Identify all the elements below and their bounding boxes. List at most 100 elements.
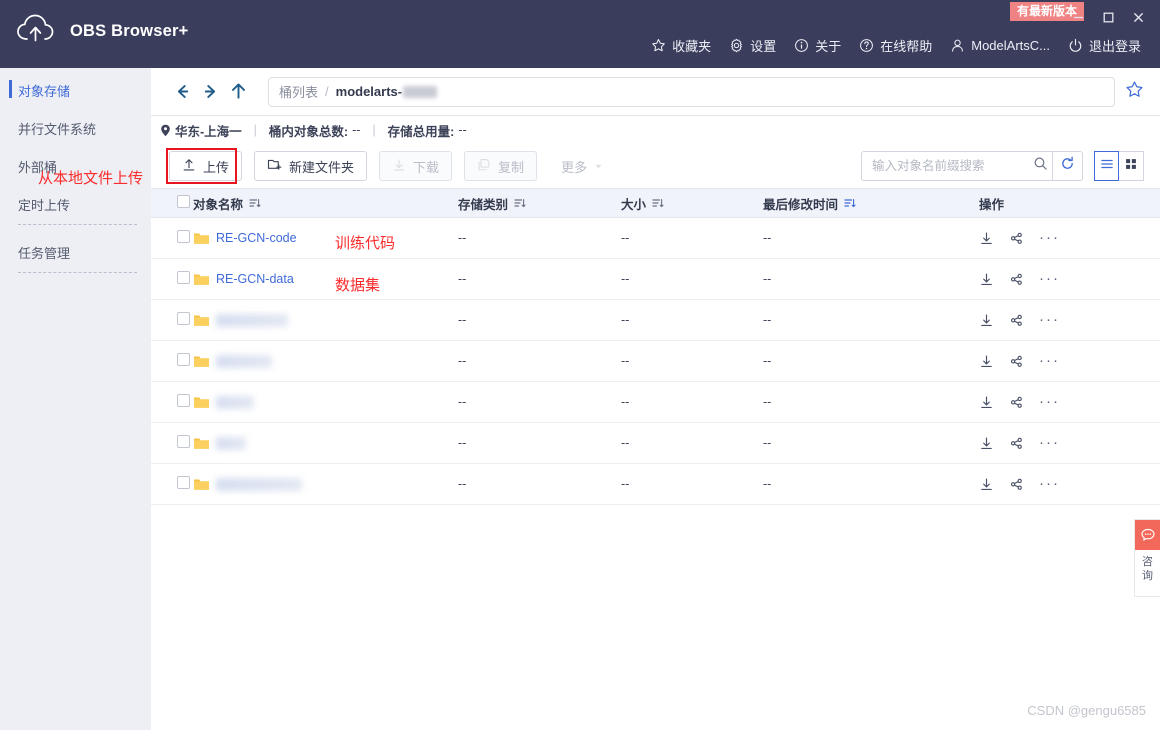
upload-button[interactable]: 上传 [169, 151, 242, 181]
window-controls [1064, 6, 1152, 28]
object-name-redacted [216, 478, 302, 491]
nav-back-button[interactable] [169, 79, 195, 105]
row-more-icon[interactable]: ··· [1039, 275, 1060, 283]
search-input[interactable] [872, 159, 1033, 173]
row-download-icon[interactable] [979, 231, 994, 246]
sort-icon[interactable] [652, 197, 664, 209]
menu-about[interactable]: 关于 [785, 33, 850, 58]
storage-class-cell: -- [458, 436, 621, 450]
row-download-icon[interactable] [979, 272, 994, 287]
folder-icon [193, 477, 210, 492]
sort-icon[interactable] [249, 197, 261, 209]
checkbox-box [177, 271, 190, 284]
favorite-bucket-button[interactable] [1125, 80, 1144, 104]
row-share-icon[interactable] [1009, 231, 1024, 246]
table-row[interactable]: ------··· [151, 464, 1160, 505]
row-download-icon[interactable] [979, 436, 994, 451]
download-button[interactable]: 下载 [379, 151, 452, 181]
column-header-name[interactable]: 对象名称 [193, 194, 458, 213]
sidebar-item-parallel-fs[interactable]: 并行文件系统 [0, 117, 151, 139]
table-row[interactable]: ------··· [151, 341, 1160, 382]
table-row[interactable]: ------··· [151, 423, 1160, 464]
table-row[interactable]: ------··· [151, 300, 1160, 341]
row-more-icon[interactable]: ··· [1039, 316, 1060, 324]
nav-up-button[interactable] [225, 79, 251, 105]
size-value: -- [621, 395, 629, 409]
sidebar-item-object-storage[interactable]: 对象存储 [0, 79, 151, 101]
maximize-button[interactable] [1094, 6, 1122, 28]
list-view-icon [1100, 157, 1114, 176]
copy-button[interactable]: 复制 [464, 151, 537, 181]
table-row[interactable]: RE-GCN-code------··· [151, 218, 1160, 259]
modified-value: -- [763, 231, 771, 245]
cloud-upload-icon [14, 8, 60, 54]
app-logo-area: OBS Browser+ [14, 8, 188, 54]
chevron-down-icon [594, 159, 603, 174]
row-more-icon[interactable]: ··· [1039, 480, 1060, 488]
object-count-value: -- [352, 123, 360, 137]
row-checkbox[interactable] [151, 476, 193, 492]
sidebar-item-scheduled-upload[interactable]: 定时上传 [0, 193, 151, 215]
object-name-link[interactable]: RE-GCN-code [216, 231, 297, 245]
breadcrumb[interactable]: 桶列表 / modelarts- [268, 77, 1115, 107]
grid-view-icon [1124, 157, 1138, 176]
column-header-storage-class[interactable]: 存储类别 [458, 194, 621, 213]
table-row[interactable]: RE-GCN-data------··· [151, 259, 1160, 300]
refresh-button[interactable] [1053, 151, 1083, 181]
row-more-icon[interactable]: ··· [1039, 398, 1060, 406]
menu-account[interactable]: ModelArtsC... [941, 35, 1059, 56]
download-icon [392, 158, 406, 175]
select-all-checkbox[interactable] [151, 195, 193, 211]
sidebar-item-external-bucket[interactable]: 外部桶 [0, 155, 151, 177]
menu-settings[interactable]: 设置 [720, 33, 785, 58]
object-name-link[interactable]: RE-GCN-data [216, 272, 294, 286]
row-checkbox[interactable] [151, 394, 193, 410]
row-checkbox[interactable] [151, 435, 193, 451]
table-row[interactable]: ------··· [151, 382, 1160, 423]
chat-widget[interactable]: 咨 询 [1134, 519, 1160, 597]
breadcrumb-root[interactable]: 桶列表 [279, 82, 318, 101]
row-share-icon[interactable] [1009, 313, 1024, 328]
row-share-icon[interactable] [1009, 272, 1024, 287]
search-box[interactable] [861, 151, 1053, 181]
navigation-bar: 桶列表 / modelarts- [151, 68, 1160, 116]
row-share-icon[interactable] [1009, 354, 1024, 369]
column-header-size[interactable]: 大小 [621, 194, 763, 213]
column-header-modified[interactable]: 最后修改时间 [763, 194, 979, 213]
row-more-icon[interactable]: ··· [1039, 234, 1060, 242]
row-download-icon[interactable] [979, 395, 994, 410]
menu-online-help[interactable]: 在线帮助 [850, 33, 941, 58]
row-share-icon[interactable] [1009, 395, 1024, 410]
storage-class-value: -- [458, 313, 466, 327]
nav-forward-button[interactable] [197, 79, 223, 105]
sidebar-item-task-management[interactable]: 任务管理 [0, 241, 151, 263]
row-download-icon[interactable] [979, 354, 994, 369]
sort-icon-active[interactable] [844, 197, 856, 209]
search-icon[interactable] [1033, 156, 1048, 176]
minimize-button[interactable] [1064, 6, 1092, 28]
row-share-icon[interactable] [1009, 436, 1024, 451]
row-share-icon[interactable] [1009, 477, 1024, 492]
grid-view-button[interactable] [1119, 151, 1144, 181]
size-cell: -- [621, 477, 763, 491]
row-download-icon[interactable] [979, 313, 994, 328]
sidebar-item-label: 任务管理 [18, 243, 70, 262]
close-button[interactable] [1124, 6, 1152, 28]
row-more-icon[interactable]: ··· [1039, 357, 1060, 365]
new-folder-button[interactable]: 新建文件夹 [254, 151, 367, 181]
main-panel: 桶列表 / modelarts- 华东-上海一 | 桶内对象总数: -- | 存… [151, 68, 1160, 730]
row-checkbox[interactable] [151, 353, 193, 369]
row-checkbox[interactable] [151, 230, 193, 246]
row-checkbox[interactable] [151, 271, 193, 287]
sort-icon[interactable] [514, 197, 526, 209]
more-button[interactable]: 更多 [549, 151, 615, 181]
row-more-icon[interactable]: ··· [1039, 439, 1060, 447]
menu-favorites[interactable]: 收藏夹 [642, 33, 720, 58]
star-icon [651, 38, 666, 53]
chat-bubble-icon[interactable] [1135, 520, 1160, 550]
list-view-button[interactable] [1094, 151, 1119, 181]
row-download-icon[interactable] [979, 477, 994, 492]
menu-logout[interactable]: 退出登录 [1059, 33, 1150, 58]
row-checkbox[interactable] [151, 312, 193, 328]
bucket-info-bar: 华东-上海一 | 桶内对象总数: -- | 存储总用量: -- [151, 116, 1160, 144]
